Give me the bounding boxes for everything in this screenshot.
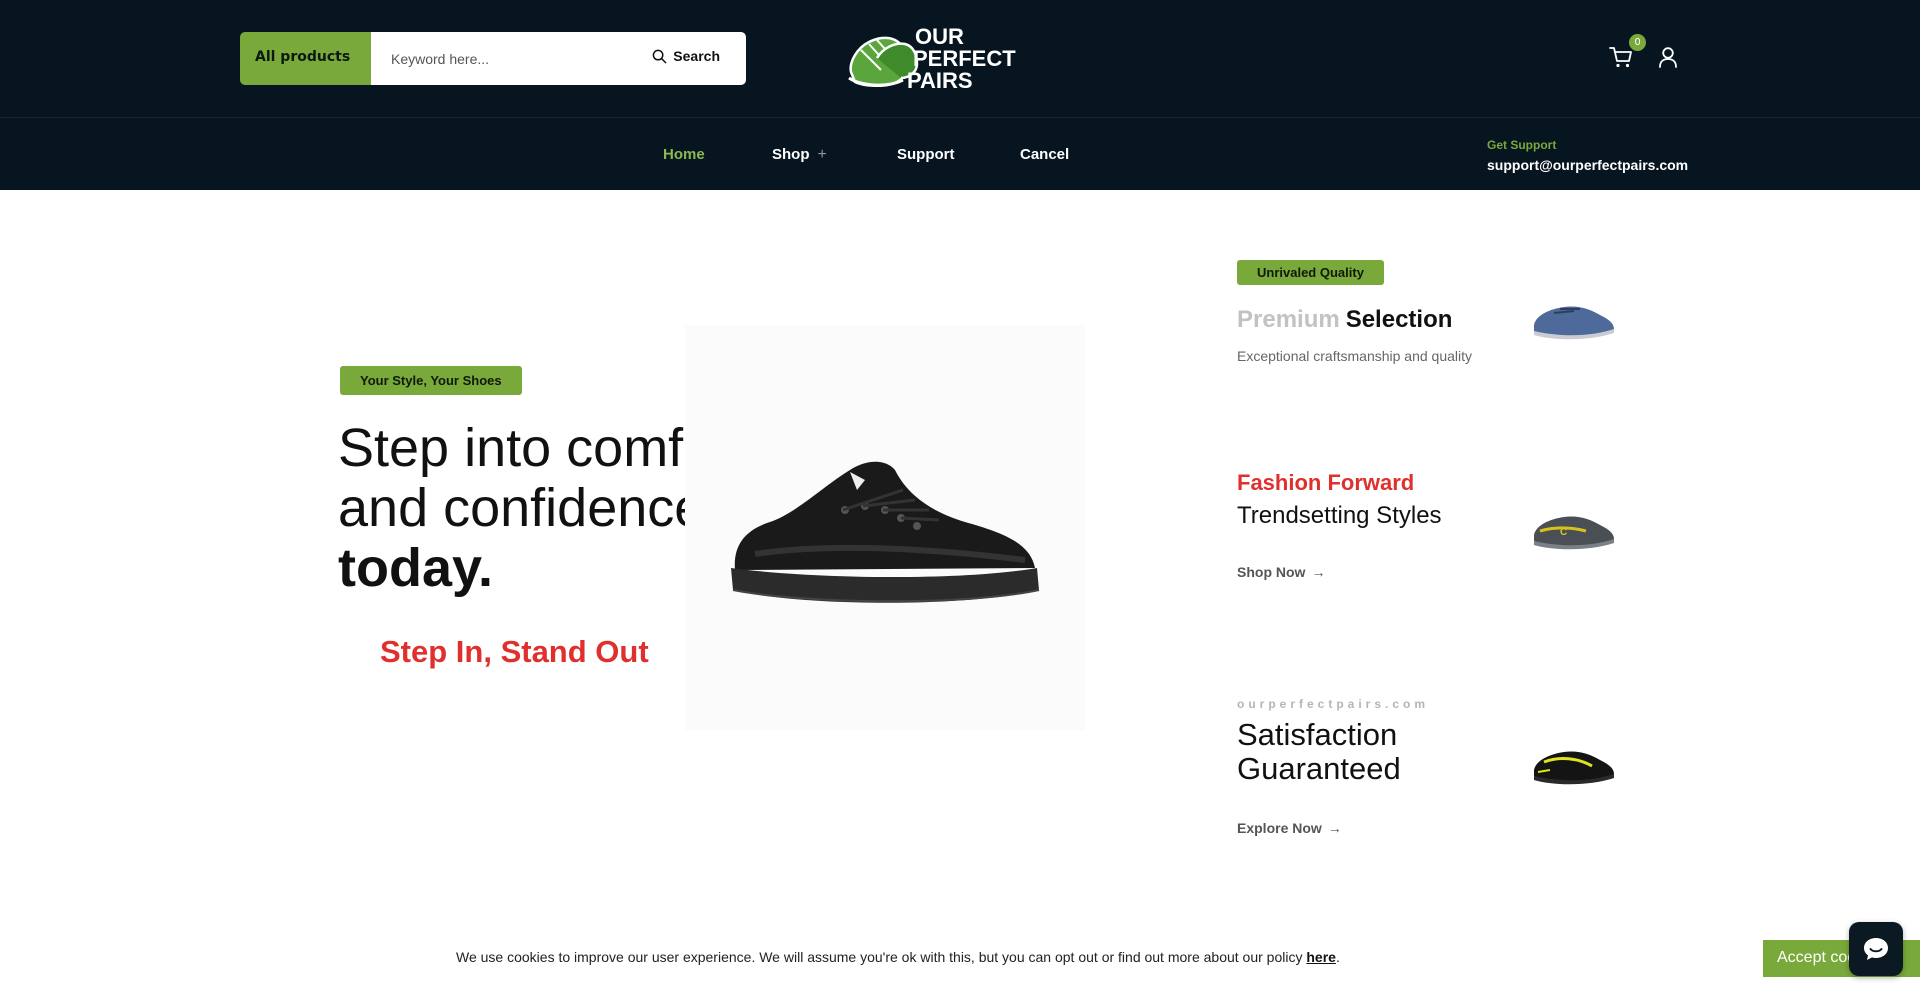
cookie-notice-period: . xyxy=(1335,949,1340,965)
trendsetting-styles-title: Trendsetting Styles xyxy=(1237,502,1442,529)
nav-item-shop[interactable]: Shop + xyxy=(772,146,827,164)
logo-text-3: PAIRS xyxy=(907,68,973,92)
thumb-grey-yellow-shoe[interactable]: C xyxy=(1530,505,1616,555)
hero-title-line-2: and confidence xyxy=(338,478,705,538)
support-email-link[interactable]: support@ourperfectpairs.com xyxy=(1487,157,1688,173)
nav-item-home[interactable]: Home xyxy=(663,146,705,163)
shop-now-label: Shop Now xyxy=(1237,564,1306,580)
hero-slogan: Step In, Stand Out xyxy=(380,634,649,669)
shop-now-link[interactable]: Shop Now → xyxy=(1237,564,1325,580)
search-button[interactable]: Search xyxy=(652,48,720,64)
satisfaction-guaranteed-title: Satisfaction Guaranteed xyxy=(1237,717,1401,786)
svg-text:C: C xyxy=(1560,527,1567,538)
nav-item-support[interactable]: Support xyxy=(897,146,955,163)
top-header: All products Search OUR PERFECT PAIRS 0 xyxy=(0,0,1920,117)
site-domain-label: ourperfectpairs.com xyxy=(1237,697,1430,711)
chat-button[interactable] xyxy=(1849,922,1903,976)
unrivaled-quality-badge: Unrivaled Quality xyxy=(1237,260,1384,285)
arrow-right-icon: → xyxy=(1327,820,1342,836)
thumb-black-yellow-shoe[interactable] xyxy=(1530,740,1616,790)
all-products-button[interactable]: All products xyxy=(240,32,371,85)
search-icon xyxy=(652,49,667,63)
hero-shoe-image xyxy=(731,461,1040,603)
search-bar: All products Search xyxy=(240,32,746,85)
user-icon[interactable] xyxy=(1657,46,1679,68)
chat-icon xyxy=(1864,938,1888,960)
nav-item-shop-label: Shop xyxy=(772,146,810,163)
explore-now-label: Explore Now xyxy=(1237,820,1322,836)
cookie-notice: We use cookies to improve our user exper… xyxy=(456,949,1340,965)
cookie-notice-text: We use cookies to improve our user exper… xyxy=(456,949,1307,965)
site-logo[interactable]: OUR PERFECT PAIRS xyxy=(845,22,1030,92)
arrow-right-icon: → xyxy=(1311,564,1326,580)
thumb-blue-shoe[interactable] xyxy=(1530,295,1616,345)
fashion-forward-label: Fashion Forward xyxy=(1237,470,1415,495)
search-box: Search xyxy=(371,32,746,85)
nav-item-cancel[interactable]: Cancel xyxy=(1020,146,1069,163)
premium-label: Premium xyxy=(1237,306,1340,333)
hero-tag-badge: Your Style, Your Shoes xyxy=(340,366,522,395)
explore-now-link[interactable]: Explore Now → xyxy=(1237,820,1342,836)
premium-selection-title: Premium Selection xyxy=(1237,306,1452,334)
search-button-label: Search xyxy=(673,48,720,64)
main-nav: Home Shop + Support Cancel Get Support su… xyxy=(0,117,1920,190)
search-input[interactable] xyxy=(371,32,641,85)
cookie-policy-link[interactable]: here xyxy=(1306,949,1336,965)
plus-icon: + xyxy=(817,146,827,163)
cart-count-badge: 0 xyxy=(1629,34,1646,51)
selection-label: Selection xyxy=(1345,306,1453,333)
premium-selection-desc: Exceptional craftsmanship and quality xyxy=(1237,348,1473,364)
get-support-label: Get Support xyxy=(1487,138,1557,152)
